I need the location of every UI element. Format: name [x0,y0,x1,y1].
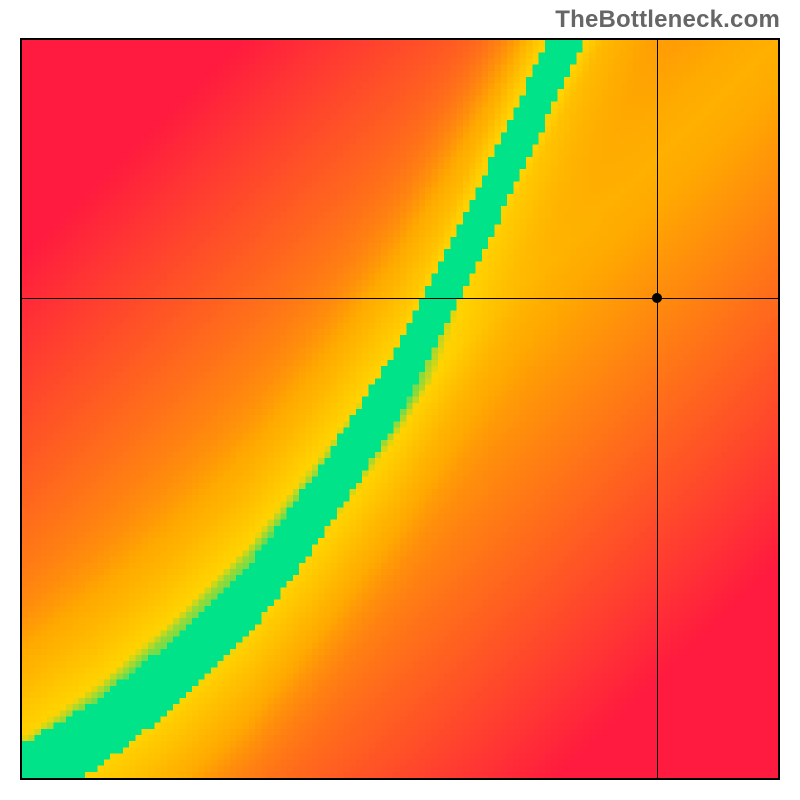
chart-container: TheBottleneck.com [0,0,800,800]
plot-area [20,38,780,780]
watermark-text: TheBottleneck.com [555,6,780,34]
marker-point [652,293,662,303]
heatmap-canvas [22,40,778,778]
crosshair-horizontal [22,298,778,299]
crosshair-vertical [657,40,658,778]
